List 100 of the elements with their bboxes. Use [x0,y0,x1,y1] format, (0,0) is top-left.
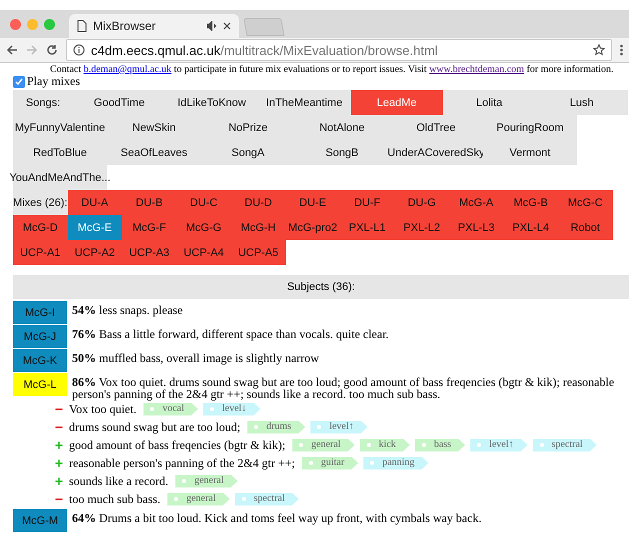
comment-text: reasonable person's panning of the 2&4 gtr ++; [69,457,295,469]
mixes-label: Mixes (26): [13,190,68,215]
plus-sign: + [54,439,64,451]
song-item[interactable]: SeaOfLeaves [107,140,201,165]
tag-label: spectral [234,492,299,506]
tag-label: drums [247,420,306,434]
song-item[interactable]: Vermont [483,140,577,165]
tag-label: general [167,492,230,506]
mix-item[interactable]: DU-B [122,190,176,215]
mix-item[interactable]: PXL-L4 [504,215,558,240]
tag-label: general [175,474,238,488]
subject-comment: 50% muffled bass, overall image is slightly narrow [72,351,320,365]
browser-tab[interactable]: MixBrowser [69,14,239,38]
subject-comment: 86% Vox too quiet. drums sound swag but are too loud; good amount of bass freqencies (bgtr & kik); reasonable person's panning of the 2&4 gtr ++; sounds like a record. too much sub bass. [72,375,614,401]
menu-icon[interactable] [620,44,623,56]
play-mixes-label: Play mixes [27,74,80,89]
mix-item[interactable]: UCP-A3 [122,240,176,265]
tab-title: MixBrowser [93,19,157,33]
minus-sign: − [54,403,64,415]
mix-item[interactable]: DU-A [68,190,122,215]
mix-item[interactable]: DU-C [176,190,231,215]
mix-item[interactable]: PXL-L3 [449,215,504,240]
mix-item[interactable]: DU-F [340,190,394,215]
comment-text: good amount of bass freqencies (bgtr & kik); [69,439,286,451]
subject-comment: 54% less snaps. please [72,303,183,317]
mix-item[interactable]: McG-pro2 [286,215,340,240]
minus-sign: − [54,421,64,433]
song-item[interactable]: InTheMeantime [258,90,350,115]
mix-item[interactable]: UCP-A5 [231,240,286,265]
comment-text: drums sound swag but are too loud; [69,421,240,433]
song-item[interactable]: OldTree [389,115,483,140]
back-arrow-icon[interactable] [6,44,18,56]
minus-sign: − [54,493,64,505]
song-item[interactable]: IdLikeToKnow [166,90,258,115]
song-item[interactable]: UnderACoveredSky [389,140,483,165]
star-icon[interactable] [593,44,605,56]
info-icon[interactable] [73,44,85,56]
subject-label[interactable]: McG-M [13,509,67,532]
song-item[interactable]: SongA [201,140,295,165]
mix-item[interactable]: Robot [558,215,612,240]
song-item[interactable]: SongB [295,140,389,165]
song-item[interactable]: LeadMe [350,90,443,115]
mix-item[interactable]: UCP-A2 [68,240,122,265]
mix-item[interactable]: UCP-A1 [13,240,68,265]
mix-item[interactable]: UCP-A4 [176,240,231,265]
email-link[interactable]: b.deman@qmul.ac.uk [84,64,172,75]
close-icon[interactable] [223,22,231,30]
tag-label: kick [360,438,410,452]
mix-item[interactable]: McG-D [13,215,68,240]
reload-icon[interactable] [46,44,58,56]
song-item[interactable]: RedToBlue [13,140,107,165]
tag-label: level↓ [203,402,261,416]
songs-label: Songs: [13,90,73,115]
mix-item[interactable]: PXL-L1 [340,215,394,240]
plus-sign: + [54,475,64,487]
tag-label: panning [363,456,429,470]
song-item[interactable]: Lush [536,90,628,115]
subject-label[interactable]: McG-K [13,349,67,372]
song-item[interactable]: Lolita [443,90,536,115]
subject-comment: 64% Drums a bit too loud. Kick and toms feel way up front, with cymbals way back. [72,511,482,525]
mix-item[interactable]: DU-E [286,190,340,215]
document-icon [77,20,87,32]
url-text: c4dm.eecs.qmul.ac.uk/multitrack/MixEvaluation/browse.html [91,42,439,58]
mix-item[interactable]: DU-G [394,190,449,215]
tag-label: level↑ [310,420,368,434]
song-item[interactable]: PouringRoom [483,115,577,140]
song-item[interactable]: GoodTime [73,90,166,115]
mix-item[interactable]: McG-C [558,190,612,215]
website-link[interactable]: www.brechtdeman.com [429,64,524,75]
comment-text: Vox too quiet. [69,403,136,415]
mix-item[interactable]: DU-D [231,190,286,215]
tag-label: bass [414,438,466,452]
mix-item[interactable]: McG-H [231,215,286,240]
comment-text: too much sub bass. [69,493,160,505]
plus-sign: + [54,457,64,469]
mix-item[interactable]: McG-A [449,190,504,215]
tag-label: general [292,438,355,452]
tag-label: spectral [532,438,597,452]
mix-item[interactable]: McG-B [504,190,558,215]
tag-label: level↑ [470,438,528,452]
song-item[interactable]: MyFunnyValentine [13,115,107,140]
subject-comment: 76% Bass a little forward, different space than vocals. quite clear. [72,327,389,341]
song-item[interactable]: NewSkin [107,115,201,140]
subjects-header: Subjects (36): [13,275,629,299]
song-item[interactable]: NoPrize [201,115,295,140]
mix-item[interactable]: McG-F [122,215,176,240]
tag-label: vocal [143,402,198,416]
subject-label[interactable]: McG-J [13,325,67,348]
tag-label: guitar [302,456,358,470]
play-mixes-checkbox[interactable] [13,76,25,88]
song-item[interactable]: NotAlone [295,115,389,140]
address-bar[interactable]: c4dm.eecs.qmul.ac.uk/multitrack/MixEvaluation/browse.html [66,39,612,61]
mix-item[interactable]: PXL-L2 [394,215,449,240]
speaker-icon[interactable] [207,21,217,31]
mix-item[interactable]: McG-G [176,215,231,240]
subject-label[interactable]: McG-I [13,301,67,324]
subject-label[interactable]: McG-L [13,373,67,396]
comment-text: sounds like a record. [69,475,168,487]
contact-text: Contact b.deman@qmul.ac.uk to participate in future mix evaluations or to report issues. Visit www.brechtdeman.com for more information. [50,64,614,75]
mix-item[interactable]: McG-E [68,215,122,240]
